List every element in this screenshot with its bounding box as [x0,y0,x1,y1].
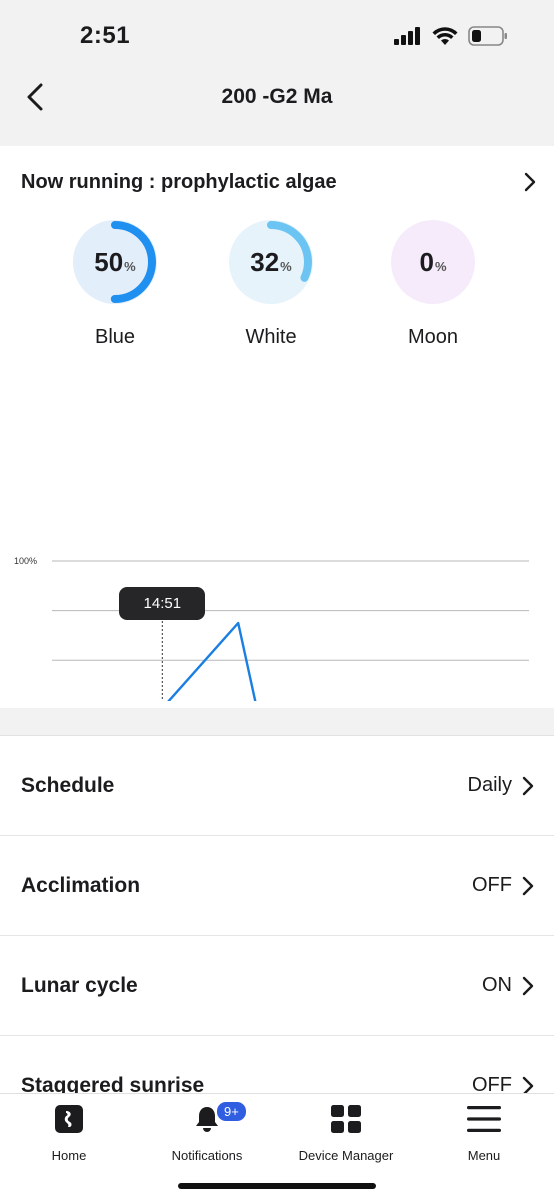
channel-gauges: 50% Blue 32% White 0% Moon [0,218,554,358]
settings-row-lunar-cycle[interactable]: Lunar cycle ON [0,936,554,1036]
status-time: 2:51 [80,22,131,49]
gauge-white: 32% White [226,218,316,349]
chart-svg: 100%0%09:1820:1809:18 [14,556,529,832]
gauge-moon: 0% Moon [388,218,478,349]
gauge-blue: 50% Blue [70,218,160,349]
tab-bar: Home 9+ Notifications Device Manager Men… [0,1093,554,1200]
row-label: Staggered sunrise [21,1073,205,1096]
settings-list: Schedule Daily Acclimation OFF Lunar cyc… [0,735,554,1095]
home-indicator [178,1183,376,1189]
notification-badge: 9+ [215,1100,248,1123]
row-label: Lunar cycle [21,973,138,997]
wifi-icon [432,26,458,45]
chevron-right-icon [522,976,534,995]
row-value: OFF [472,874,512,896]
chevron-right-icon [522,776,534,795]
grid-icon [331,1105,361,1133]
gauge-label: White [245,326,297,348]
gauge-unit: % [280,259,292,274]
tab-label: Home [51,1148,87,1163]
chart-tooltip: 14:51 [119,587,206,620]
battery-icon [468,26,507,46]
status-bar: 2:51 [0,0,554,72]
status-icons [394,26,508,46]
schedule-chart[interactable]: 100%0%09:1820:1809:18 14:51 [0,401,554,832]
series-line [81,621,272,810]
tab-label: Notifications [171,1148,243,1163]
row-value: OFF [472,1074,512,1095]
lighting-card: Now running : prophylactic algae 50% Blu… [0,146,554,832]
now-running-row[interactable]: Now running : prophylactic algae [21,168,536,196]
row-label: Acclimation [21,873,141,897]
tab-notifications[interactable]: 9+ Notifications [147,1100,267,1168]
gauge-label: Blue [94,326,136,348]
tab-label: Menu [467,1148,501,1163]
gauge-value: 0 [419,246,434,277]
tab-home[interactable]: Home [9,1104,129,1168]
page-title: 200 -G2 Ma [221,85,333,108]
gauge-label: Moon [407,326,459,348]
home-icon [55,1105,83,1133]
menu-icon [467,1106,501,1132]
gauge-unit: % [434,259,447,274]
chevron-right-icon [524,172,536,192]
tab-label: Device Manager [298,1148,394,1163]
header: 200 -G2 Ma [0,72,554,146]
gauge-value: 50 [94,246,124,277]
settings-row-acclimation[interactable]: Acclimation OFF [0,836,554,936]
chevron-right-icon [522,876,534,895]
tab-menu[interactable]: Menu [424,1104,544,1168]
gauge-unit: % [124,259,136,274]
row-value: ON [482,974,512,996]
y-tick-label: 100% [14,556,37,566]
signal-icon [394,27,420,45]
tab-device-manager[interactable]: Device Manager [286,1104,406,1168]
row-value: Daily [467,774,512,796]
settings-row-staggered-sunrise[interactable]: Staggered sunrise OFF [0,1036,554,1095]
gauge-value: 32 [250,246,280,277]
now-running-text: Now running : prophylactic algae [21,170,337,193]
row-label: Schedule [21,773,115,797]
settings-row-schedule[interactable]: Schedule Daily [0,736,554,836]
